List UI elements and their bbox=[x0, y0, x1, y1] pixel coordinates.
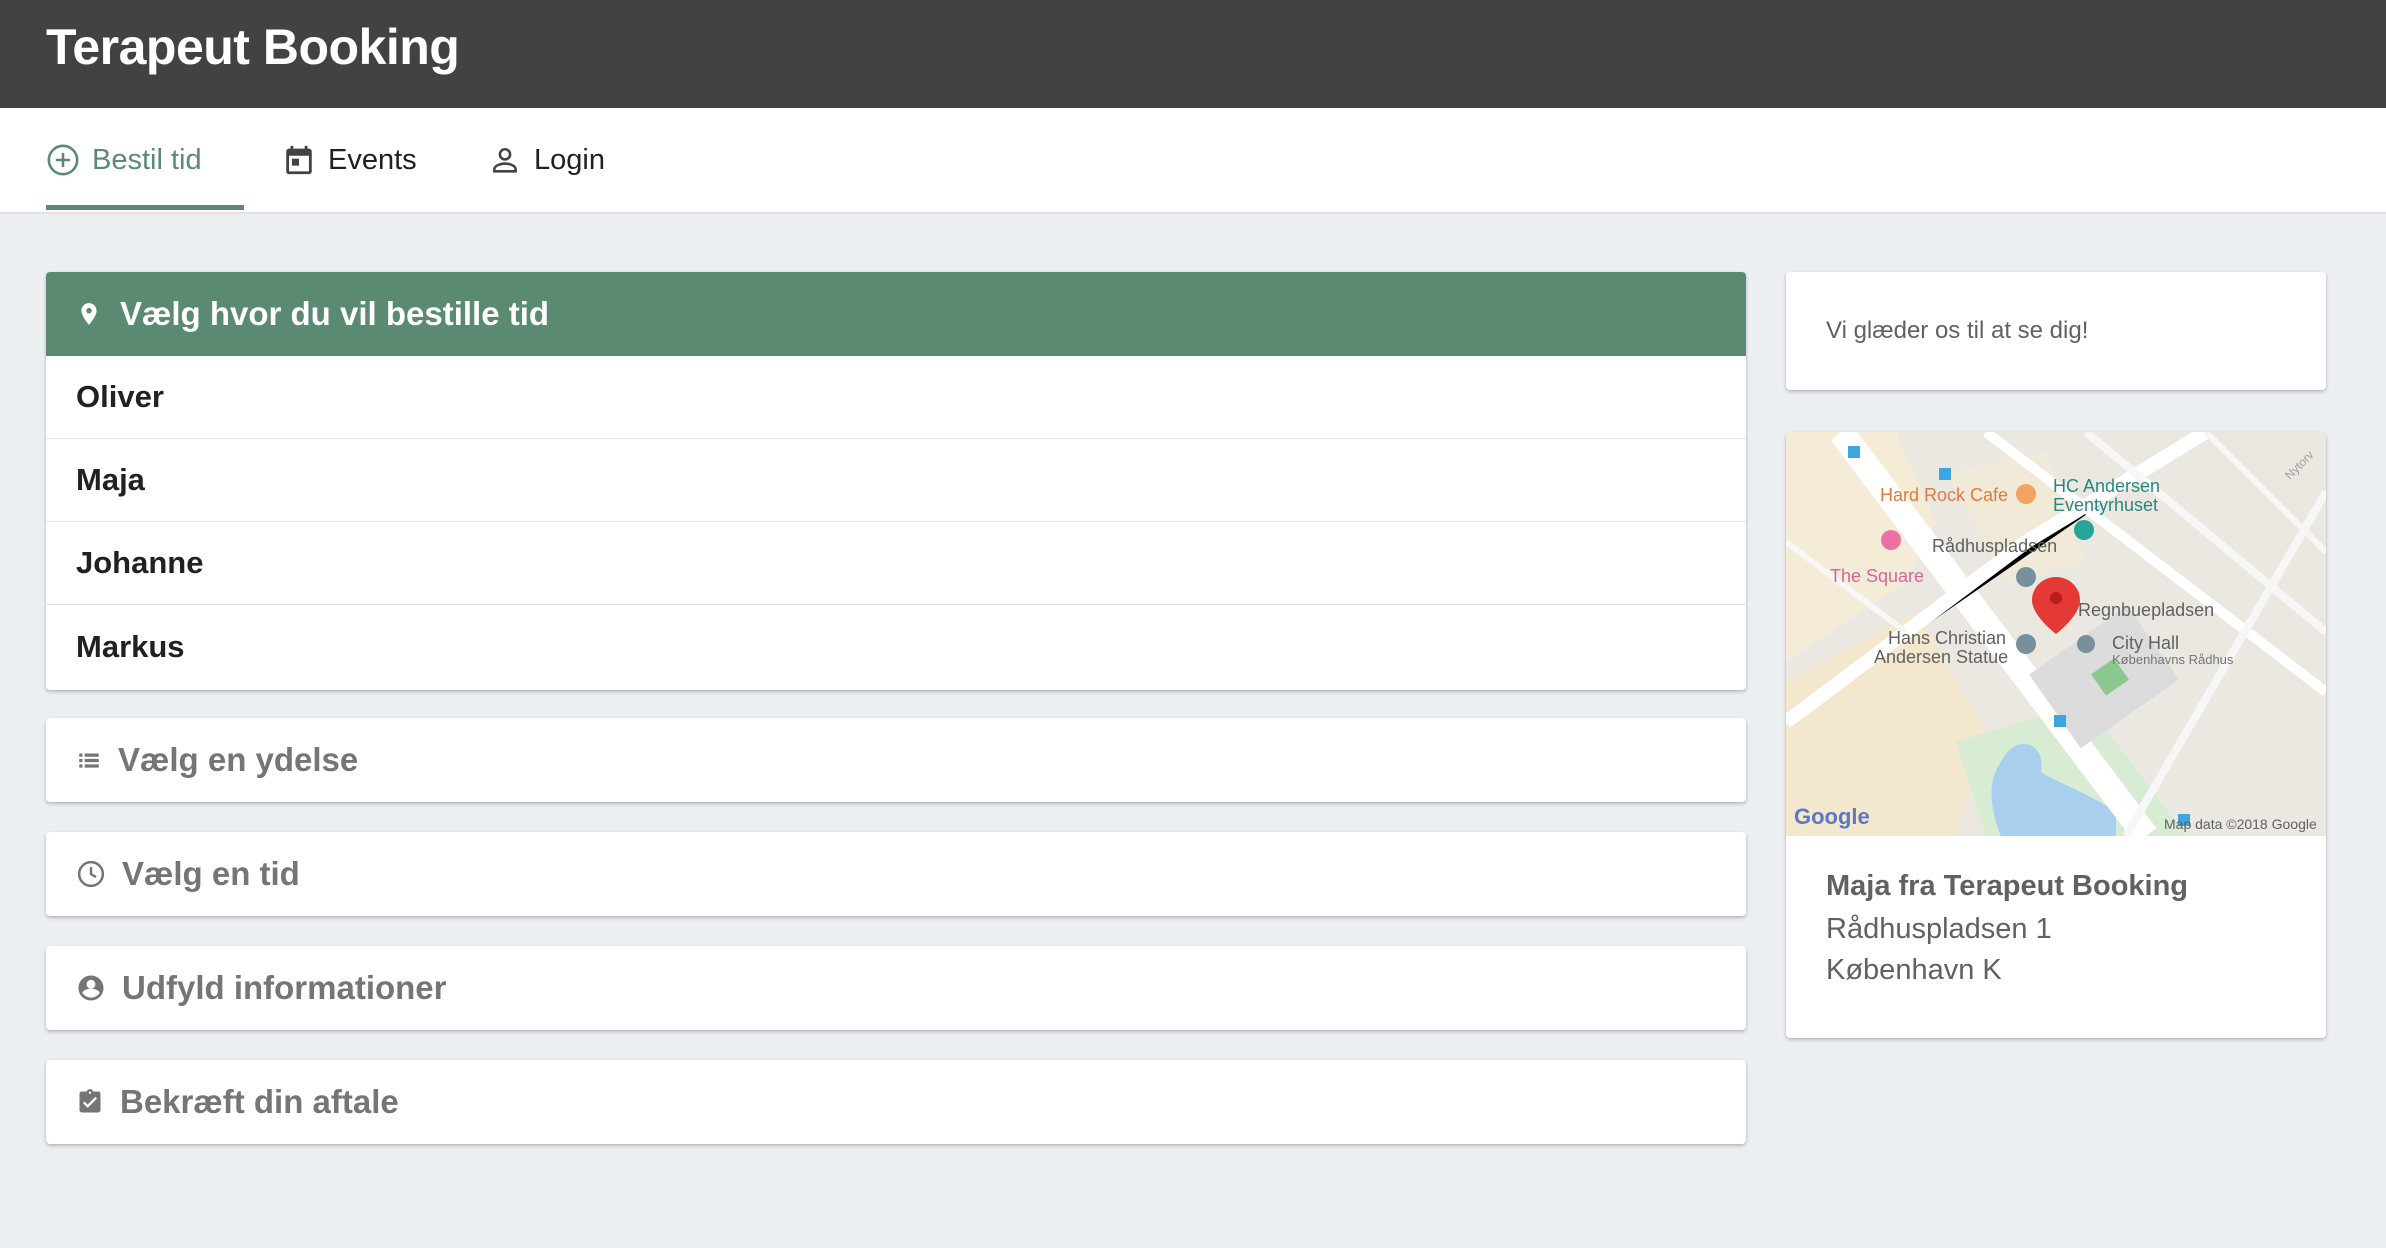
map-label: Andersen Statue bbox=[1874, 647, 2009, 667]
welcome-card: Vi glæder os til at se dig! bbox=[1786, 272, 2326, 390]
tab-label: Events bbox=[328, 143, 417, 176]
step-label: Vælg en ydelse bbox=[118, 741, 359, 778]
step-label: Bekræft din aftale bbox=[120, 1083, 399, 1120]
google-logo: Google bbox=[1794, 804, 1870, 829]
app-header: Terapeut Booking bbox=[0, 0, 2386, 108]
map-card: Hard Rock Cafe HC Andersen Eventyrhuset … bbox=[1786, 432, 2326, 1038]
map-attribution: Map data ©2018 Google bbox=[2164, 816, 2317, 832]
address-name: Maja fra Terapeut Booking bbox=[1826, 870, 2189, 902]
location-map[interactable]: Hard Rock Cafe HC Andersen Eventyrhuset … bbox=[1786, 432, 2326, 836]
welcome-text: Vi glæder os til at se dig! bbox=[1826, 317, 2089, 344]
step-label: Udfyld informationer bbox=[122, 969, 447, 1006]
address-block: Maja fra Terapeut Booking Rådhuspladsen … bbox=[1786, 836, 2326, 987]
location-item-maja[interactable]: Maja bbox=[46, 439, 1746, 522]
person-icon bbox=[493, 147, 517, 173]
map-label: HC Andersen bbox=[2053, 476, 2161, 496]
clock-icon bbox=[77, 860, 105, 888]
map-label: Hans Christian bbox=[1888, 628, 2007, 648]
map-label: Københavns Rådhus bbox=[2112, 652, 2234, 667]
step-panel-confirm: Bekræft din aftale bbox=[46, 1060, 1746, 1144]
tab-label: Bestil tid bbox=[92, 143, 202, 176]
step-panel-time: Vælg en tid bbox=[46, 832, 1746, 916]
map-label: Hard Rock Cafe bbox=[1880, 485, 2009, 505]
tab-login[interactable]: Login bbox=[488, 108, 605, 212]
step-panel-info: Udfyld informationer bbox=[46, 946, 1746, 1030]
map-label: The Square bbox=[1830, 566, 1925, 586]
location-item-label: Markus bbox=[76, 628, 185, 664]
map-label: Eventyrhuset bbox=[2053, 495, 2159, 515]
location-item-johanne[interactable]: Johanne bbox=[46, 522, 1746, 605]
add-circle-icon bbox=[47, 144, 79, 176]
location-panel-header[interactable]: Vælg hvor du vil bestille tid bbox=[46, 272, 1746, 356]
tab-events[interactable]: Events bbox=[282, 108, 417, 212]
step-panel-service: Vælg en ydelse bbox=[46, 718, 1746, 802]
address-street: Rådhuspladsen 1 bbox=[1826, 913, 2052, 945]
location-item-oliver[interactable]: Oliver bbox=[46, 356, 1746, 439]
map-label: Rådhuspladsen bbox=[1932, 536, 2058, 556]
step-fill-info[interactable]: Udfyld informationer bbox=[46, 946, 1746, 1030]
location-item-label: Johanne bbox=[76, 545, 204, 580]
location-item-label: Maja bbox=[76, 462, 145, 497]
location-panel-title: Vælg hvor du vil bestille tid bbox=[120, 295, 550, 332]
tab-bar: Bestil tid Events Login bbox=[0, 108, 2386, 214]
step-choose-time[interactable]: Vælg en tid bbox=[46, 832, 1746, 916]
step-label: Vælg en tid bbox=[122, 855, 300, 892]
active-tab-indicator bbox=[46, 205, 244, 210]
app-title: Terapeut Booking bbox=[46, 19, 460, 75]
location-pin-icon bbox=[81, 303, 97, 325]
map-label: City Hall bbox=[2112, 633, 2180, 653]
tab-label: Login bbox=[534, 143, 605, 176]
calendar-icon bbox=[286, 145, 312, 175]
address-city: København K bbox=[1826, 954, 2002, 986]
step-choose-service[interactable]: Vælg en ydelse bbox=[46, 718, 1746, 802]
tab-bestil-tid[interactable]: Bestil tid bbox=[46, 108, 202, 212]
location-panel: Vælg hvor du vil bestille tid Oliver Maj… bbox=[46, 272, 1746, 690]
step-confirm[interactable]: Bekræft din aftale bbox=[46, 1060, 1746, 1144]
location-item-markus[interactable]: Markus bbox=[46, 605, 1746, 688]
location-item-label: Oliver bbox=[76, 379, 164, 414]
account-circle-icon bbox=[78, 975, 104, 1001]
list-icon bbox=[79, 753, 99, 768]
map-label: Regnbuepladsen bbox=[2078, 600, 2215, 620]
clipboard-check-icon bbox=[79, 1089, 101, 1113]
